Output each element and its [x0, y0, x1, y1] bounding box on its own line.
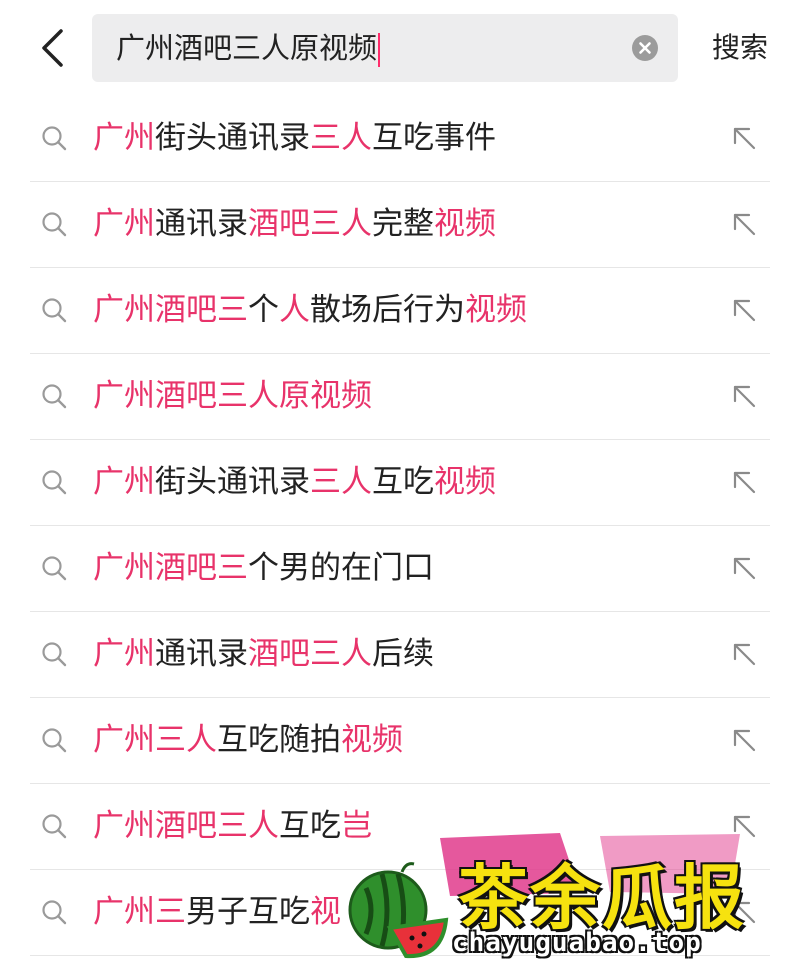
suggestion-highlight-text: 视	[310, 894, 341, 930]
suggestion-label: 广州街头通讯录三人互吃视频	[93, 440, 496, 524]
suggestion-text: 街头通讯录	[155, 120, 310, 156]
suggestion-highlight-text: 视频	[434, 464, 496, 500]
clear-icon[interactable]	[632, 35, 658, 61]
suggestion-highlight-text: 岂	[341, 808, 372, 844]
search-icon	[42, 298, 67, 323]
suggestion-text: 散场后行为	[310, 292, 465, 328]
suggestion-highlight-text: 视频	[341, 722, 403, 758]
suggestion-row[interactable]: 广州酒吧三人原视频	[30, 354, 770, 440]
suggestion-highlight-text: 广州	[93, 464, 155, 500]
suggestion-highlight-text: 三人	[310, 464, 372, 500]
search-icon	[42, 470, 67, 495]
text-caret	[378, 33, 381, 67]
suggestion-highlight-text: 广州三人	[93, 722, 217, 758]
suggestion-highlight-text: 广州酒吧三人原视频	[93, 378, 372, 414]
suggestion-row[interactable]: 广州三男子互吃视	[30, 870, 770, 956]
search-icon	[42, 728, 67, 753]
back-button[interactable]	[30, 22, 74, 74]
suggestion-row[interactable]: 广州三人互吃随拍视频	[30, 698, 770, 784]
suggestion-row[interactable]: 广州酒吧三个男的在门口	[30, 526, 770, 612]
suggestion-label: 广州街头通讯录三人互吃事件	[93, 96, 496, 180]
suggestion-highlight-text: 三人	[310, 120, 372, 156]
suggestion-highlight-text: 广州	[93, 120, 155, 156]
suggestion-row[interactable]: 广州通讯录酒吧三人后续	[30, 612, 770, 698]
suggestion-text: 个男的在门口	[248, 550, 434, 586]
arrow-up-left-icon[interactable]	[730, 898, 758, 926]
arrow-up-left-icon[interactable]	[730, 296, 758, 324]
suggestion-text: 互吃随拍	[217, 722, 341, 758]
suggestion-row[interactable]: 广州酒吧三个人散场后行为视频	[30, 268, 770, 354]
suggestion-label: 广州三人互吃随拍视频	[93, 698, 403, 782]
suggestion-text: 街头通讯录	[155, 464, 310, 500]
search-input[interactable]: 广州酒吧三人原视频	[116, 14, 381, 82]
suggestion-label: 广州酒吧三个男的在门口	[93, 526, 434, 610]
suggestion-label: 广州三男子互吃视	[93, 870, 341, 954]
suggestion-highlight-text: 人	[279, 292, 310, 328]
arrow-up-left-icon[interactable]	[730, 726, 758, 754]
search-icon	[42, 556, 67, 581]
suggestion-text: 互吃事件	[372, 120, 496, 156]
suggestion-highlight-text: 广州	[93, 636, 155, 672]
search-query-text: 广州酒吧三人原视频	[116, 31, 378, 65]
arrow-up-left-icon[interactable]	[730, 554, 758, 582]
suggestion-list: 广州街头通讯录三人互吃事件 广州通讯录酒吧三人完整视频 广州酒吧三个人散场后行为视频…	[0, 96, 800, 956]
suggestion-label: 广州通讯录酒吧三人完整视频	[93, 182, 496, 266]
suggestion-text: 完整	[372, 206, 434, 242]
arrow-up-left-icon[interactable]	[730, 640, 758, 668]
suggestion-row[interactable]: 广州通讯录酒吧三人完整视频	[30, 182, 770, 268]
suggestion-highlight-text: 广州酒吧三人	[93, 808, 279, 844]
suggestion-highlight-text: 广州三	[93, 894, 186, 930]
chevron-left-icon	[42, 29, 63, 67]
suggestion-text: 男子互吃	[186, 894, 310, 930]
suggestion-label: 广州酒吧三人互吃岂	[93, 784, 372, 868]
suggestion-row[interactable]: 广州街头通讯录三人互吃视频	[30, 440, 770, 526]
arrow-up-left-icon[interactable]	[730, 382, 758, 410]
suggestion-highlight-text: 视频	[465, 292, 527, 328]
suggestion-text: 个	[248, 292, 279, 328]
suggestion-text: 互吃	[372, 464, 434, 500]
suggestion-text: 通讯录	[155, 206, 248, 242]
search-icon	[42, 126, 67, 151]
suggestion-text: 互吃	[279, 808, 341, 844]
search-icon	[42, 642, 67, 667]
suggestion-label: 广州酒吧三人原视频	[93, 354, 372, 438]
suggestion-highlight-text: 酒吧三人	[248, 636, 372, 672]
search-submit-button[interactable]: 搜索	[700, 14, 780, 82]
search-box[interactable]: 广州酒吧三人原视频	[92, 14, 678, 82]
suggestion-text: 后续	[372, 636, 434, 672]
search-icon	[42, 212, 67, 237]
arrow-up-left-icon[interactable]	[730, 210, 758, 238]
suggestion-highlight-text: 广州酒吧三	[93, 292, 248, 328]
suggestion-highlight-text: 广州	[93, 206, 155, 242]
arrow-up-left-icon[interactable]	[730, 812, 758, 840]
suggestion-row[interactable]: 广州酒吧三人互吃岂	[30, 784, 770, 870]
suggestion-highlight-text: 酒吧三人	[248, 206, 372, 242]
search-icon	[42, 384, 67, 409]
search-icon	[42, 814, 67, 839]
search-icon	[42, 900, 67, 925]
suggestion-label: 广州通讯录酒吧三人后续	[93, 612, 434, 696]
suggestion-highlight-text: 视频	[434, 206, 496, 242]
suggestion-highlight-text: 广州酒吧三	[93, 550, 248, 586]
suggestion-label: 广州酒吧三个人散场后行为视频	[93, 268, 527, 352]
top-bar: 广州酒吧三人原视频 搜索	[0, 0, 800, 96]
arrow-up-left-icon[interactable]	[730, 468, 758, 496]
arrow-up-left-icon[interactable]	[730, 124, 758, 152]
suggestion-row[interactable]: 广州街头通讯录三人互吃事件	[30, 96, 770, 182]
suggestion-text: 通讯录	[155, 636, 248, 672]
